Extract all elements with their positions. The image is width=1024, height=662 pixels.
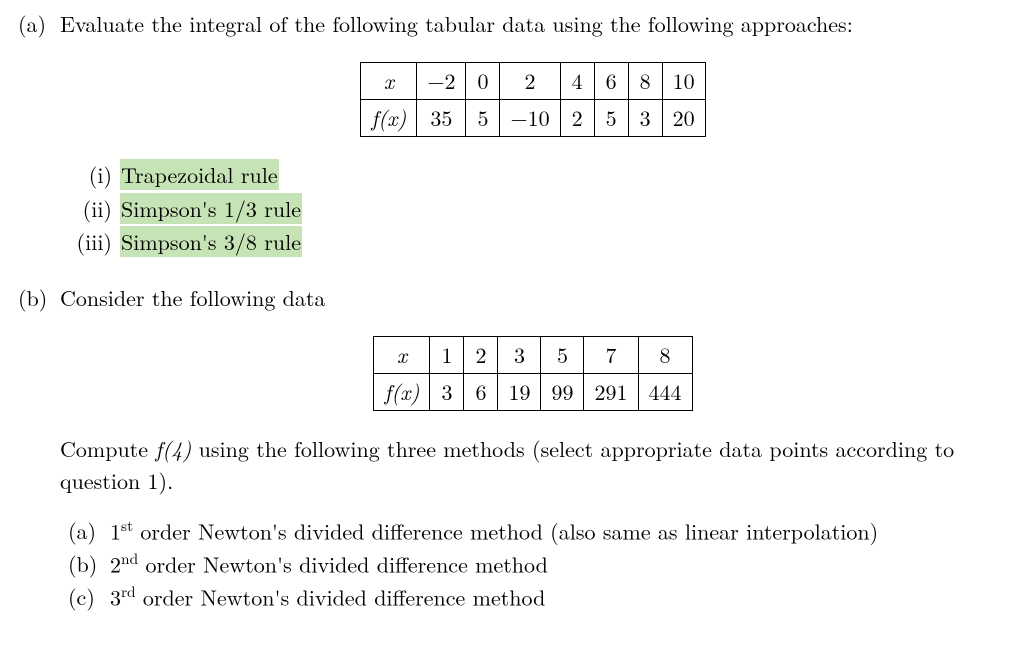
sub-text: Simpson's 3/8 rule (120, 226, 302, 257)
cell: 7 (584, 337, 638, 374)
table-row: f(x) 35 5 −10 2 5 3 20 (361, 99, 705, 136)
list-item: (iii) Simpson's 3/8 rule (70, 226, 1006, 258)
list-item: (b) 2nd order Newton's divided differenc… (68, 548, 1006, 580)
cell-label: x (361, 62, 417, 99)
methods-list: (a) 1st order Newton's divided differenc… (68, 515, 1006, 614)
cell: 2 (500, 62, 560, 99)
intro-b: Consider the following data (60, 282, 1006, 314)
cell: 6 (594, 62, 628, 99)
question-b: (b) Consider the following data x 1 2 3 … (18, 282, 1006, 614)
question-a: (a) Evaluate the integral of the followi… (18, 8, 1006, 282)
cell: 1 (430, 337, 464, 374)
method-marker: (c) (68, 581, 110, 613)
cell: −10 (500, 99, 560, 136)
table-row: f(x) 3 6 19 99 291 444 (374, 374, 692, 411)
compute-post: using the following three methods (selec… (60, 433, 954, 496)
content-a: Evaluate the integral of the following t… (60, 8, 1006, 282)
cell: 3 (498, 337, 541, 374)
cell: 20 (662, 99, 705, 136)
list-item: (a) 1st order Newton's divided differenc… (68, 515, 1006, 547)
cell: 8 (628, 62, 662, 99)
sublist-a: (i) Trapezoidal rule (ii) Simpson's 1/3 … (70, 159, 1006, 259)
content-b: Consider the following data x 1 2 3 5 7 … (60, 282, 1006, 614)
cell: 2 (464, 337, 498, 374)
cell: 291 (584, 374, 638, 411)
intro-a: Evaluate the integral of the following t… (60, 8, 1006, 40)
method-marker: (b) (68, 548, 110, 580)
method-text: 1st order Newton's divided difference me… (110, 515, 878, 547)
sub-marker: (i) (70, 159, 120, 191)
method-text: 2nd order Newton's divided difference me… (110, 548, 548, 580)
cell-label: f(x) (374, 374, 430, 411)
sub-text: Trapezoidal rule (120, 159, 279, 190)
cell: 5 (541, 337, 584, 374)
cell: 3 (430, 374, 464, 411)
cell: 8 (638, 337, 692, 374)
table-a: x −2 0 2 4 6 8 10 f(x) 35 5 −10 2 5 3 20 (360, 62, 705, 137)
cell: −2 (417, 62, 466, 99)
cell: 5 (466, 99, 500, 136)
table-b: x 1 2 3 5 7 8 f(x) 3 6 19 99 291 444 (373, 336, 692, 411)
list-item: (ii) Simpson's 1/3 rule (70, 193, 1006, 225)
compute-line: Compute f(4) using the following three m… (60, 433, 1006, 497)
sub-marker: (ii) (70, 193, 120, 225)
sub-text: Simpson's 1/3 rule (120, 193, 302, 224)
list-item: (i) Trapezoidal rule (70, 159, 1006, 191)
cell: 3 (628, 99, 662, 136)
method-text: 3rd order Newton's divided difference me… (110, 581, 545, 613)
marker-a: (a) (18, 8, 60, 40)
cell-label: x (374, 337, 430, 374)
table-row: x 1 2 3 5 7 8 (374, 337, 692, 374)
cell: 5 (594, 99, 628, 136)
cell: 4 (560, 62, 594, 99)
cell: 19 (498, 374, 541, 411)
compute-pre: Compute (60, 433, 155, 464)
cell: 35 (417, 99, 466, 136)
marker-b: (b) (18, 282, 60, 314)
method-marker: (a) (68, 515, 110, 547)
compute-f4: f(4) (155, 433, 191, 464)
cell: 444 (638, 374, 692, 411)
sub-marker: (iii) (70, 226, 120, 258)
cell-label: f(x) (361, 99, 417, 136)
table-row: x −2 0 2 4 6 8 10 (361, 62, 705, 99)
cell: 6 (464, 374, 498, 411)
cell: 99 (541, 374, 584, 411)
cell: 0 (466, 62, 500, 99)
cell: 10 (662, 62, 705, 99)
cell: 2 (560, 99, 594, 136)
list-item: (c) 3rd order Newton's divided differenc… (68, 581, 1006, 613)
